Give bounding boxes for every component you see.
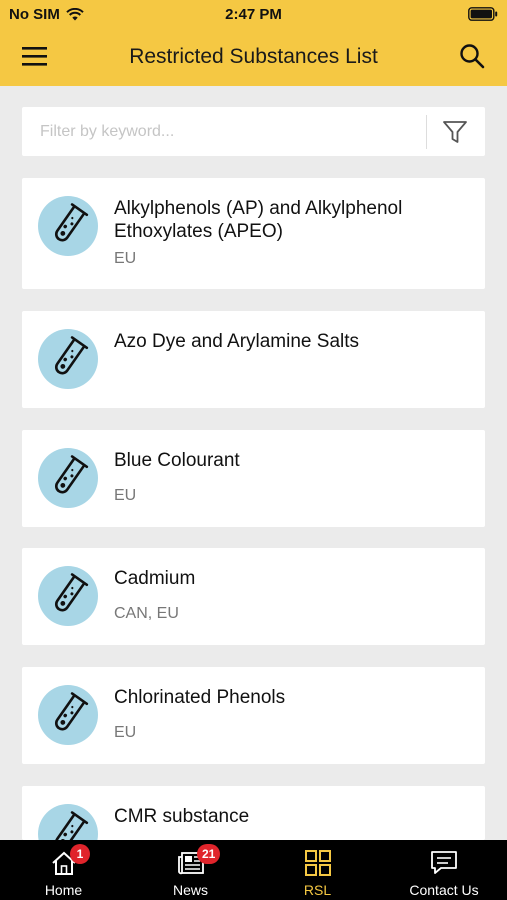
substance-name: CMR substance <box>114 806 250 827</box>
substance-card[interactable]: CMR substance <box>22 786 485 864</box>
tab-home[interactable]: 1 Home <box>0 840 127 900</box>
test-tube-icon <box>38 685 98 745</box>
substance-card[interactable]: Chlorinated Phenols EU <box>22 667 485 764</box>
tab-label: RSL <box>303 882 332 898</box>
substance-name: Blue Colourant <box>114 450 240 471</box>
notification-badge: 21 <box>197 844 221 864</box>
tab-bar: 1 Home 21 News RSL Contact Us <box>0 840 507 900</box>
filter-bar <box>22 107 485 156</box>
grid-icon <box>304 849 332 882</box>
substance-region: EU <box>114 487 137 504</box>
substance-region: EU <box>114 250 137 267</box>
search-icon[interactable] <box>459 43 485 69</box>
keyword-filter-input[interactable] <box>22 107 426 156</box>
page-title: Restricted Substances List <box>129 45 378 68</box>
funnel-filter-icon[interactable] <box>441 119 469 145</box>
tab-contact-us[interactable]: Contact Us <box>381 840 507 900</box>
substance-card[interactable]: Blue Colourant EU <box>22 430 485 527</box>
substance-card[interactable]: Cadmium CAN, EU <box>22 548 485 645</box>
test-tube-icon <box>38 329 98 389</box>
status-time: 2:47 PM <box>225 6 282 23</box>
test-tube-icon <box>38 448 98 508</box>
test-tube-icon <box>38 566 98 626</box>
substance-region: CAN, EU <box>114 605 179 622</box>
tab-label: Contact Us <box>409 882 479 898</box>
filter-divider <box>426 115 427 149</box>
notification-badge: 1 <box>70 844 90 864</box>
tab-news[interactable]: 21 News <box>127 840 254 900</box>
test-tube-icon <box>38 196 98 256</box>
substance-card[interactable]: Azo Dye and Arylamine Salts <box>22 311 485 408</box>
substance-name: Azo Dye and Arylamine Salts <box>114 331 360 352</box>
substance-region: EU <box>114 724 137 741</box>
substance-name: Cadmium <box>114 568 196 589</box>
status-bar: No SIM 2:47 PM <box>0 0 507 28</box>
nav-bar: Restricted Substances List <box>0 28 507 86</box>
tab-label: News <box>172 882 208 898</box>
app-header: No SIM 2:47 PM Restricted Substances Lis… <box>0 0 507 86</box>
chat-icon <box>429 849 459 882</box>
substance-name: Alkylphenols (AP) and Alkylphenol Ethoxy… <box>114 198 403 242</box>
tab-rsl[interactable]: RSL <box>254 840 381 900</box>
tab-label: Home <box>44 882 83 898</box>
substance-name: Chlorinated Phenols <box>114 687 286 708</box>
substance-card[interactable]: Alkylphenols (AP) and Alkylphenol Ethoxy… <box>22 178 485 289</box>
battery-icon <box>468 7 498 25</box>
